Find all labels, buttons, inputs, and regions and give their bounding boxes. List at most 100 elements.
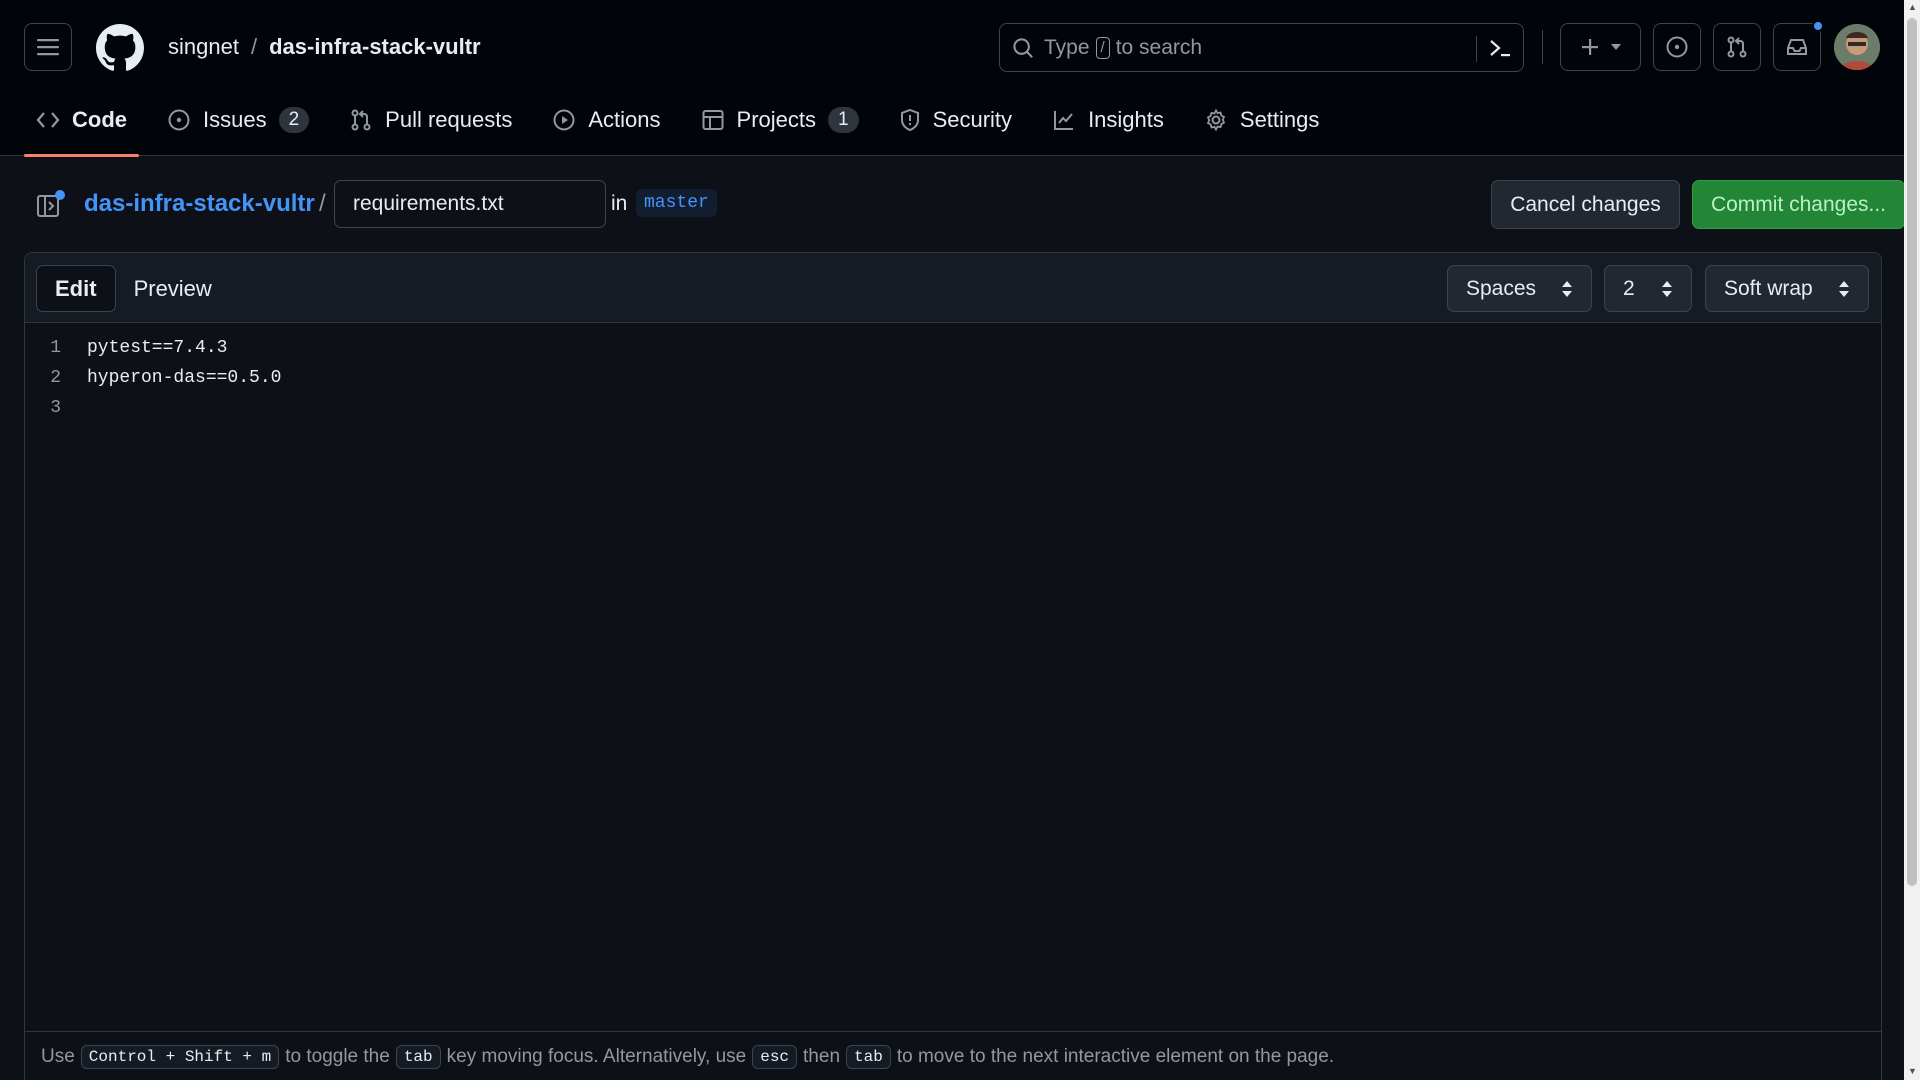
search-placeholder-suffix: to search	[1115, 35, 1203, 59]
gear-icon	[1206, 108, 1226, 132]
tab-label: Pull requests	[385, 107, 513, 132]
tab-actions[interactable]: Actions	[540, 95, 672, 145]
inbox-button[interactable]	[1773, 20, 1824, 71]
projects-counter: 1	[828, 107, 859, 133]
in-label: in	[611, 192, 628, 215]
repo-context: singnet / das-infra-stack-vultr	[168, 34, 481, 60]
indent-mode-select[interactable]: Spaces	[1447, 265, 1592, 312]
tab-label: Security	[932, 107, 1013, 132]
page-scrollbar[interactable]: ▲ ▼	[1904, 0, 1920, 1080]
commit-changes-button[interactable]: Commit changes...	[1692, 180, 1905, 229]
breadcrumb-separator: /	[319, 190, 326, 217]
hint-text: then	[803, 1045, 841, 1067]
kbd-combo: Control + Shift + m	[80, 1044, 280, 1069]
cancel-changes-button[interactable]: Cancel changes	[1491, 180, 1680, 229]
hint-text: Use	[41, 1045, 75, 1067]
tab-code[interactable]: Code	[24, 95, 139, 157]
issue-opened-icon	[1666, 36, 1688, 58]
tab-insights[interactable]: Insights	[1040, 95, 1176, 145]
tab-label: Settings	[1239, 107, 1320, 132]
tab-settings[interactable]: Settings	[1192, 95, 1332, 145]
tab-label: Projects	[736, 107, 816, 132]
search-shortcut-key: /	[1095, 36, 1110, 59]
select-arrows-icon	[1662, 280, 1672, 297]
line-text: pytest==7.4.3	[87, 338, 228, 358]
issues-counter: 2	[278, 107, 310, 133]
line-text: hyperon-das==0.5.0	[87, 368, 282, 388]
code-content[interactable]: 1 pytest==7.4.3 2 hyperon-das==0.5.0 3	[25, 333, 1881, 423]
triangle-down-icon	[1610, 44, 1621, 50]
file-tree-toggle-button[interactable]	[34, 188, 66, 220]
search-divider	[1476, 36, 1477, 62]
repo-breadcrumb-link[interactable]: das-infra-stack-vultr	[84, 190, 315, 218]
indent-size-select[interactable]: 2	[1604, 265, 1692, 312]
kbd-tab: tab	[846, 1044, 891, 1069]
search-input[interactable]: Type / to search	[999, 23, 1524, 72]
tab-projects[interactable]: Projects 1	[689, 95, 871, 145]
menu-button[interactable]	[24, 23, 72, 71]
code-icon	[36, 112, 60, 128]
scroll-down-arrow-icon[interactable]: ▼	[1908, 1066, 1917, 1076]
tab-label: Actions	[588, 107, 661, 132]
tab-label: Code	[72, 107, 127, 132]
play-icon	[553, 109, 575, 131]
avatar[interactable]	[1834, 24, 1880, 70]
select-arrows-icon	[1562, 280, 1572, 297]
issues-button[interactable]	[1653, 23, 1701, 71]
graph-icon	[1054, 111, 1074, 130]
scroll-up-arrow-icon[interactable]: ▲	[1908, 2, 1917, 12]
repo-nav-tabs: Code Issues 2 Pull requests Actions Proj…	[24, 95, 1347, 157]
line-number: 2	[50, 368, 61, 388]
code-line: 3	[25, 393, 1881, 423]
wrap-mode-value: Soft wrap	[1724, 276, 1813, 300]
create-new-button[interactable]	[1560, 23, 1641, 71]
tab-label: Insights	[1088, 107, 1164, 132]
kbd-tab: tab	[395, 1044, 441, 1069]
select-arrows-icon	[1839, 280, 1849, 297]
indent-size-value: 2	[1623, 276, 1635, 300]
pull-requests-button[interactable]	[1713, 23, 1761, 71]
wrap-mode-select[interactable]: Soft wrap	[1705, 265, 1869, 312]
hint-text: key moving focus. Alternatively, use	[446, 1045, 747, 1067]
hamburger-icon	[37, 39, 59, 56]
branch-badge: master	[636, 189, 717, 217]
inbox-icon	[1787, 39, 1807, 55]
hint-text: to toggle the	[285, 1045, 390, 1067]
plus-icon	[1581, 39, 1598, 55]
edit-preview-toggle: Edit Preview	[36, 265, 230, 312]
tab-issues[interactable]: Issues 2	[155, 95, 321, 145]
tab-label: Issues	[203, 107, 267, 132]
context-separator: /	[250, 34, 258, 59]
issue-opened-icon	[168, 109, 190, 131]
line-number: 1	[50, 338, 61, 358]
preview-tab[interactable]: Preview	[116, 265, 230, 312]
git-pull-request-icon	[1727, 36, 1747, 58]
hint-text: to move to the next interactive element …	[896, 1045, 1335, 1067]
shield-icon	[900, 108, 919, 132]
search-placeholder-prefix: Type	[1044, 35, 1090, 59]
owner-link[interactable]: singnet	[168, 34, 239, 60]
header-divider	[1542, 30, 1543, 64]
code-editor: Edit Preview Spaces 2 Soft wrap 1 pytest…	[24, 252, 1882, 1080]
keyboard-hint: Use Control + Shift + m to toggle the ta…	[25, 1031, 1881, 1080]
code-line: 1 pytest==7.4.3	[25, 333, 1881, 363]
edit-tab[interactable]: Edit	[36, 265, 116, 312]
kbd-esc: esc	[752, 1044, 798, 1069]
sidebar-expand-icon	[37, 190, 65, 217]
editor-toolbar: Edit Preview Spaces 2 Soft wrap	[25, 253, 1881, 323]
scrollbar-thumb[interactable]	[1907, 18, 1917, 886]
repo-link[interactable]: das-infra-stack-vultr	[269, 34, 481, 60]
tab-pull-requests[interactable]: Pull requests	[337, 95, 524, 145]
filename-input[interactable]	[334, 180, 606, 228]
indent-mode-value: Spaces	[1466, 276, 1537, 300]
command-palette-icon[interactable]	[1488, 37, 1512, 59]
notification-dot	[1812, 20, 1824, 32]
search-icon	[1012, 37, 1034, 59]
global-header: singnet / das-infra-stack-vultr Type / t…	[0, 0, 1904, 157]
git-pull-request-icon	[351, 109, 371, 131]
tab-security[interactable]: Security	[887, 95, 1024, 145]
github-logo-icon[interactable]	[96, 24, 144, 72]
table-icon	[702, 110, 724, 130]
code-line: 2 hyperon-das==0.5.0	[25, 363, 1881, 393]
editor-breadcrumb: das-infra-stack-vultr / in master Cancel…	[24, 180, 1905, 229]
